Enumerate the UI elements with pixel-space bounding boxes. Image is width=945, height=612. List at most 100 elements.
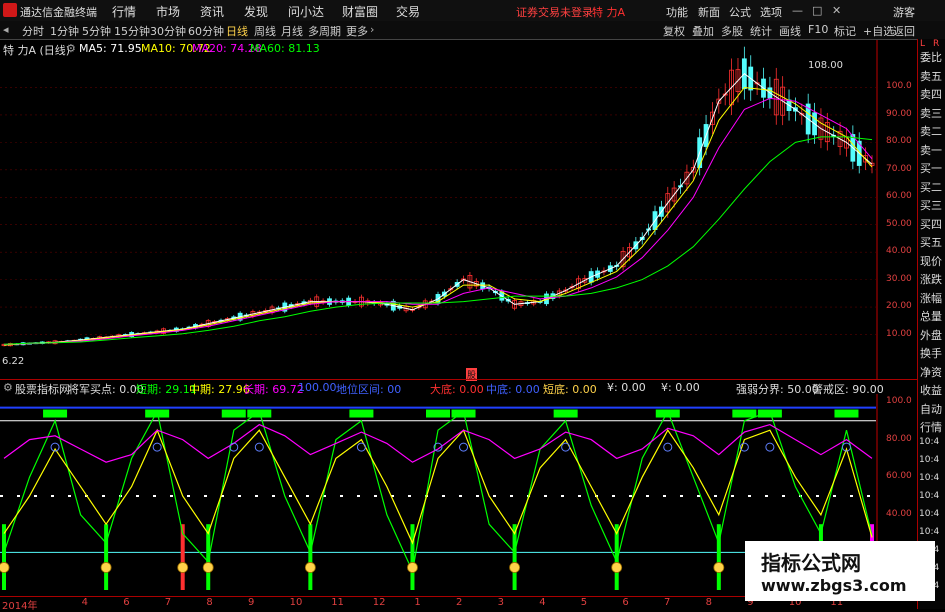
menu-wenxiaoda[interactable]: 问小达	[288, 3, 324, 20]
short-top-block	[43, 409, 68, 418]
bottom-signal-bar	[104, 524, 109, 590]
tab-more[interactable]: 更多	[346, 23, 368, 39]
side-label: 行情	[920, 421, 942, 434]
side-label: 收益	[920, 384, 942, 397]
smiley-icon	[304, 562, 316, 573]
menu-jiaoyi[interactable]: 交易	[396, 3, 420, 20]
ind-100: 100.00	[298, 381, 337, 394]
circle-marker-icon	[765, 442, 775, 452]
tab-weekly[interactable]: 周线	[254, 23, 276, 39]
menu-xuanxiang[interactable]: 选项	[760, 4, 782, 20]
menu-xinmian[interactable]: 新面	[698, 4, 720, 20]
ind-yen1: ¥: 0.00	[607, 381, 646, 394]
btn-zixuan[interactable]: +自选	[863, 23, 894, 39]
low-price-label: 6.22	[2, 356, 25, 367]
circle-marker-icon	[254, 442, 264, 452]
bottom-signal-bar	[308, 524, 313, 590]
btn-tongji[interactable]: 统计	[750, 23, 772, 39]
tick-main: 10.00	[886, 328, 912, 339]
date-label: 1	[414, 597, 421, 608]
date-label: 9	[248, 597, 255, 608]
side-label: 现价	[920, 254, 942, 268]
tab-15min[interactable]: 15分钟	[114, 23, 150, 39]
bottom-signal-bar	[410, 524, 415, 590]
indicator-gear-icon[interactable]: ⚙	[3, 381, 13, 394]
short-top-block	[349, 409, 374, 418]
date-label: 5	[580, 597, 588, 608]
smiley-icon	[509, 562, 520, 573]
short-top-block	[553, 409, 578, 418]
circle-marker-icon	[663, 442, 673, 452]
menu-shichang[interactable]: 市场	[156, 3, 180, 20]
tick-ind: 60.00	[886, 471, 912, 482]
circle-marker-icon	[459, 442, 469, 452]
side-label: 卖三	[920, 106, 942, 120]
tab-1min[interactable]: 1分钟	[50, 23, 79, 39]
smiley-icon	[713, 562, 725, 573]
tab-daily[interactable]: 日线	[226, 23, 248, 39]
close-icon[interactable]: ✕	[832, 4, 841, 17]
tab-fenshi[interactable]: 分时	[22, 23, 44, 39]
title-bar: 通达信金融终端 行情 市场 资讯 发现 问小达 财富圈 交易 证券交易未登录 特…	[0, 0, 945, 22]
side-label: 外盘	[920, 328, 942, 342]
tick-main: 90.00	[886, 108, 912, 119]
btn-f10[interactable]: F10	[808, 23, 828, 36]
side-label: 卖一	[920, 143, 942, 157]
menu-gongshi[interactable]: 公式	[729, 4, 751, 20]
menu-zixun[interactable]: 资讯	[200, 3, 224, 20]
time-label: 10:4	[919, 455, 940, 465]
btn-duogu[interactable]: 多股	[721, 23, 743, 39]
tab-5min[interactable]: 5分钟	[82, 23, 111, 39]
tab-30min[interactable]: 30分钟	[150, 23, 186, 39]
side-label: 换手	[920, 347, 942, 360]
smiley-icon	[611, 562, 623, 573]
tick-main: 20.00	[886, 301, 912, 312]
login-warning[interactable]: 证券交易未登录	[516, 4, 593, 20]
short-top-block	[834, 409, 859, 418]
ind-line-0	[3, 409, 873, 574]
menu-faxian[interactable]: 发现	[244, 3, 268, 20]
app-title: 通达信金融终端	[20, 6, 97, 19]
date-label: 8	[206, 597, 213, 608]
menu-hangqing[interactable]: 行情	[112, 3, 136, 20]
tick-main: 40.00	[886, 246, 912, 257]
time-label: 10:4	[919, 491, 940, 501]
date-label: 4	[81, 597, 88, 608]
btn-diejia[interactable]: 叠加	[692, 23, 714, 39]
side-label: 卖二	[920, 125, 942, 138]
date-label: 6	[123, 597, 130, 608]
minimize-icon[interactable]: —	[792, 4, 803, 17]
tab-60min[interactable]: 60分钟	[188, 23, 224, 39]
tick-ind: 40.00	[886, 508, 912, 519]
menu-gongneng[interactable]: 功能	[666, 4, 688, 20]
ind-line-1	[3, 428, 873, 545]
stock-name: 特 力A	[592, 6, 626, 19]
tab-monthly[interactable]: 月线	[281, 23, 303, 39]
ma-line-ma20	[3, 97, 873, 345]
bottom-signal-bar	[2, 524, 6, 590]
watermark-logo: 指标公式网 www.zbgs3.com	[745, 541, 935, 601]
side-label: 买四	[920, 217, 942, 231]
short-top-block	[426, 409, 450, 418]
period-tabbar: ◂ 分时 1分钟 5分钟 15分钟 30分钟 60分钟 日线 周线 月线 多周期…	[0, 21, 945, 40]
user-label[interactable]: 游客	[893, 4, 915, 20]
price-chart[interactable]	[0, 40, 917, 379]
menu-caifuquan[interactable]: 财富圈	[342, 3, 378, 20]
watermark-title: 指标公式网	[761, 551, 861, 575]
btn-biaoji[interactable]: 标记	[834, 23, 856, 39]
btn-fuquan[interactable]: 复权	[663, 23, 685, 39]
date-label: 3	[497, 597, 504, 608]
btn-fanhui[interactable]: 返回	[893, 23, 915, 39]
ma-line-ma10	[3, 86, 873, 346]
date-label: 7	[164, 597, 172, 608]
date-label: 12	[372, 597, 386, 608]
tab-back-icon[interactable]: ◂	[3, 23, 9, 36]
side-label: 卖五	[920, 69, 942, 83]
btn-huaxian[interactable]: 画线	[779, 23, 801, 39]
side-label: 卖四	[920, 88, 942, 101]
maximize-icon[interactable]: □	[812, 4, 822, 17]
side-label: 买一	[920, 162, 942, 175]
tab-multi[interactable]: 多周期	[308, 23, 341, 39]
date-label: 7	[664, 597, 671, 608]
date-label: 8	[705, 597, 712, 608]
